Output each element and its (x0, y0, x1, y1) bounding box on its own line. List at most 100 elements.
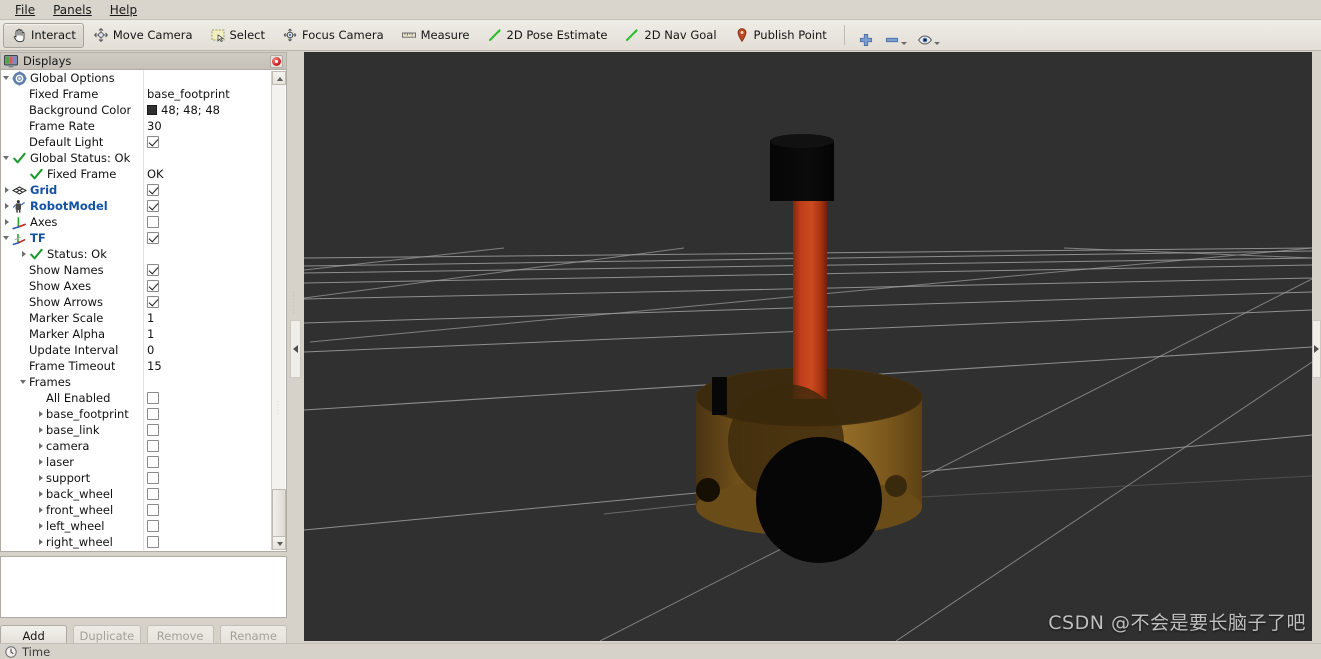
tree-row-value-cell[interactable] (143, 454, 271, 470)
expand-arrow-right-icon[interactable] (35, 438, 46, 454)
tree-row-fixed-frame[interactable]: Fixed Frame OK (1, 166, 271, 182)
tool-interact[interactable]: Interact (3, 22, 84, 48)
tree-row-frame-timeout[interactable]: Frame Timeout 15 (1, 358, 271, 374)
tree-row-camera[interactable]: camera (1, 438, 271, 454)
tree-row-default-light[interactable]: Default Light (1, 134, 271, 150)
chevron-down-icon[interactable] (900, 41, 907, 45)
tree-row-value-cell[interactable] (143, 198, 271, 214)
checkbox-checked[interactable] (147, 136, 159, 148)
tree-row-value-cell[interactable] (143, 150, 271, 166)
tree-row-value-cell[interactable]: 15 (143, 358, 271, 374)
tree-row-frame-rate[interactable]: Frame Rate 30 (1, 118, 271, 134)
expand-arrow-right-icon[interactable] (1, 214, 12, 230)
tree-row-value-cell[interactable] (143, 70, 271, 86)
tree-row-status-ok[interactable]: Status: Ok (1, 246, 271, 262)
checkbox-unchecked[interactable] (147, 424, 159, 436)
tree-row-value-cell[interactable]: 0 (143, 342, 271, 358)
expand-arrow-right-icon[interactable] (35, 502, 46, 518)
tool-2d-nav-goal[interactable]: 2D Nav Goal (616, 23, 724, 48)
checkbox-unchecked[interactable] (147, 536, 159, 548)
displays-tree[interactable]: Global Options Fixed Frame base_footprint B… (1, 70, 271, 551)
left-splitter[interactable]: · · · · · · · (288, 52, 304, 641)
expand-arrow-right-icon[interactable] (35, 486, 46, 502)
tree-row-tf[interactable]: TF (1, 230, 271, 246)
expand-arrow-right-icon[interactable] (1, 198, 12, 214)
tree-row-left-wheel[interactable]: left_wheel (1, 518, 271, 534)
expand-arrow-right-icon[interactable] (35, 534, 46, 550)
tree-row-support[interactable]: support (1, 470, 271, 486)
checkbox-unchecked[interactable] (147, 408, 159, 420)
tool-select[interactable]: Select (202, 23, 273, 48)
tree-row-value-cell[interactable] (143, 406, 271, 422)
tree-row-value-cell[interactable] (143, 502, 271, 518)
tree-row-base-link[interactable]: base_link (1, 422, 271, 438)
tree-row-right-wheel[interactable]: right_wheel (1, 534, 271, 550)
tree-row-global-options[interactable]: Global Options (1, 70, 271, 86)
checkbox-unchecked[interactable] (147, 504, 159, 516)
tree-row-value-cell[interactable] (143, 294, 271, 310)
checkbox-checked[interactable] (147, 280, 159, 292)
menu-file[interactable]: File (6, 1, 44, 19)
tree-row-value-cell[interactable]: OK (143, 166, 271, 182)
add-tool-button[interactable] (853, 23, 879, 48)
expand-arrow-down-icon[interactable] (18, 374, 29, 390)
checkbox-unchecked[interactable] (147, 472, 159, 484)
tree-row-value-cell[interactable] (143, 246, 271, 262)
tree-row-laser[interactable]: laser (1, 454, 271, 470)
view-tool-button[interactable] (912, 23, 945, 48)
chevron-down-icon[interactable] (933, 41, 940, 45)
tree-row-marker-scale[interactable]: Marker Scale 1 (1, 310, 271, 326)
tree-row-value-cell[interactable] (143, 534, 271, 550)
menu-help[interactable]: Help (101, 1, 146, 19)
tool-focus-camera[interactable]: Focus Camera (274, 23, 392, 48)
expand-arrow-down-icon[interactable] (1, 70, 12, 86)
tree-row-global-status-ok[interactable]: Global Status: Ok (1, 150, 271, 166)
remove-tool-button[interactable] (879, 23, 912, 48)
expand-arrow-down-icon[interactable] (1, 230, 12, 246)
tree-row-value-cell[interactable] (143, 182, 271, 198)
tree-row-update-interval[interactable]: Update Interval 0 (1, 342, 271, 358)
expand-arrow-right-icon[interactable] (35, 406, 46, 422)
tree-row-show-axes[interactable]: Show Axes (1, 278, 271, 294)
checkbox-checked[interactable] (147, 232, 159, 244)
tool-2d-pose-estimate[interactable]: 2D Pose Estimate (479, 23, 616, 48)
scroll-up-arrow[interactable] (272, 71, 286, 85)
tree-row-background-color[interactable]: Background Color 48; 48; 48 (1, 102, 271, 118)
tree-row-value-cell[interactable] (143, 134, 271, 150)
tree-row-show-arrows[interactable]: Show Arrows (1, 294, 271, 310)
expand-arrow-right-icon[interactable] (35, 454, 46, 470)
tree-row-value-cell[interactable] (143, 278, 271, 294)
render-view-3d[interactable]: CSDN @不会是要长脑子了吧 (304, 52, 1312, 641)
tree-row-frames[interactable]: Frames (1, 374, 271, 390)
tree-row-value-cell[interactable] (143, 230, 271, 246)
tree-row-value-cell[interactable] (143, 518, 271, 534)
tree-row-value-cell[interactable] (143, 422, 271, 438)
tree-row-value-cell[interactable]: 1 (143, 326, 271, 342)
tree-row-front-wheel[interactable]: front_wheel (1, 502, 271, 518)
expand-arrow-right-icon[interactable] (35, 518, 46, 534)
scrollbar-thumb[interactable] (272, 489, 286, 537)
tree-row-value-cell[interactable] (143, 214, 271, 230)
tree-row-axes[interactable]: Axes (1, 214, 271, 230)
checkbox-unchecked[interactable] (147, 488, 159, 500)
scroll-down-arrow[interactable] (272, 536, 286, 550)
checkbox-unchecked[interactable] (147, 392, 159, 404)
checkbox-unchecked[interactable] (147, 520, 159, 532)
expand-arrow-right-icon[interactable] (1, 182, 12, 198)
expand-arrow-right-icon[interactable] (35, 422, 46, 438)
color-swatch[interactable] (147, 105, 157, 115)
collapse-displays-handle[interactable] (290, 320, 301, 378)
expand-arrow-right-icon[interactable] (18, 246, 29, 262)
collapse-right-handle[interactable] (1312, 320, 1321, 378)
checkbox-checked[interactable] (147, 200, 159, 212)
tree-row-value-cell[interactable] (143, 374, 271, 390)
checkbox-unchecked[interactable] (147, 456, 159, 468)
tree-row-robotmodel[interactable]: RobotModel (1, 198, 271, 214)
checkbox-checked[interactable] (147, 296, 159, 308)
right-splitter[interactable] (1312, 52, 1321, 641)
tree-row-value-cell[interactable]: base_footprint (143, 86, 271, 102)
checkbox-unchecked[interactable] (147, 440, 159, 452)
checkbox-checked[interactable] (147, 184, 159, 196)
tree-row-value-cell[interactable]: 1 (143, 310, 271, 326)
displays-tree-scrollbar[interactable]: · · · · · (271, 71, 286, 550)
